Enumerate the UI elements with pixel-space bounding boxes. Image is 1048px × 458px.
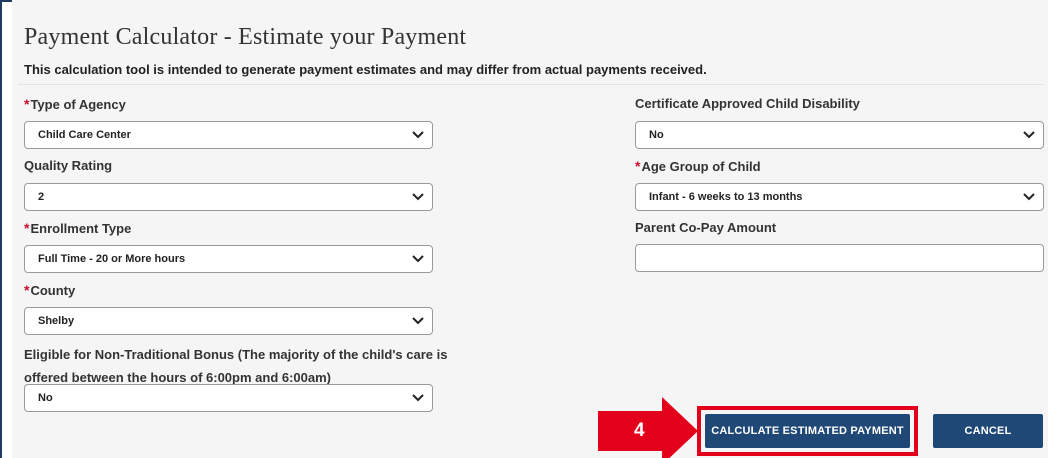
step-callout: 4 [598, 411, 662, 451]
divider [18, 84, 1044, 85]
age-group-select[interactable]: Infant - 6 weeks to 13 months [635, 183, 1044, 211]
disability-select[interactable]: No [635, 121, 1044, 149]
chevron-down-icon [412, 131, 424, 139]
non-traditional-label-line1: Eligible for Non-Traditional Bonus (The … [24, 347, 448, 362]
quality-rating-value: 2 [38, 191, 45, 203]
non-traditional-select[interactable]: No [24, 384, 433, 412]
enrollment-type-label: *Enrollment Type [24, 220, 132, 236]
non-traditional-value: No [38, 392, 53, 404]
required-mark: * [24, 96, 30, 112]
chevron-down-icon [412, 193, 424, 201]
chevron-down-icon [412, 255, 424, 263]
disability-label: Certificate Approved Child Disability [635, 96, 860, 111]
county-select[interactable]: Shelby [24, 307, 433, 335]
step-number: 4 [634, 420, 645, 441]
agency-type-label: *Type of Agency [24, 96, 126, 112]
age-group-label: *Age Group of Child [635, 158, 761, 174]
agency-type-value: Child Care Center [38, 129, 131, 141]
cancel-button[interactable]: CANCEL [933, 414, 1043, 448]
age-group-value: Infant - 6 weeks to 13 months [649, 191, 803, 203]
county-value: Shelby [38, 315, 75, 327]
enrollment-type-value: Full Time - 20 or More hours [38, 253, 186, 265]
page-subtitle: This calculation tool is intended to gen… [24, 62, 707, 77]
copay-input[interactable] [635, 244, 1044, 272]
chevron-down-icon [1023, 193, 1035, 201]
enrollment-type-select[interactable]: Full Time - 20 or More hours [24, 245, 433, 273]
highlight-box [697, 406, 918, 456]
callout-arrow-icon [662, 397, 698, 458]
chevron-down-icon [412, 317, 424, 325]
required-mark: * [24, 220, 30, 236]
required-mark: * [635, 158, 641, 174]
agency-type-select[interactable]: Child Care Center [24, 121, 433, 149]
chevron-down-icon [412, 394, 424, 402]
required-mark: * [24, 282, 30, 298]
copay-label: Parent Co-Pay Amount [635, 220, 777, 235]
chevron-down-icon [1023, 131, 1035, 139]
quality-rating-label: Quality Rating [24, 158, 113, 173]
page-title: Payment Calculator - Estimate your Payme… [24, 24, 467, 50]
quality-rating-select[interactable]: 2 [24, 183, 433, 211]
county-label: *County [24, 282, 76, 298]
disability-value: No [649, 129, 664, 141]
